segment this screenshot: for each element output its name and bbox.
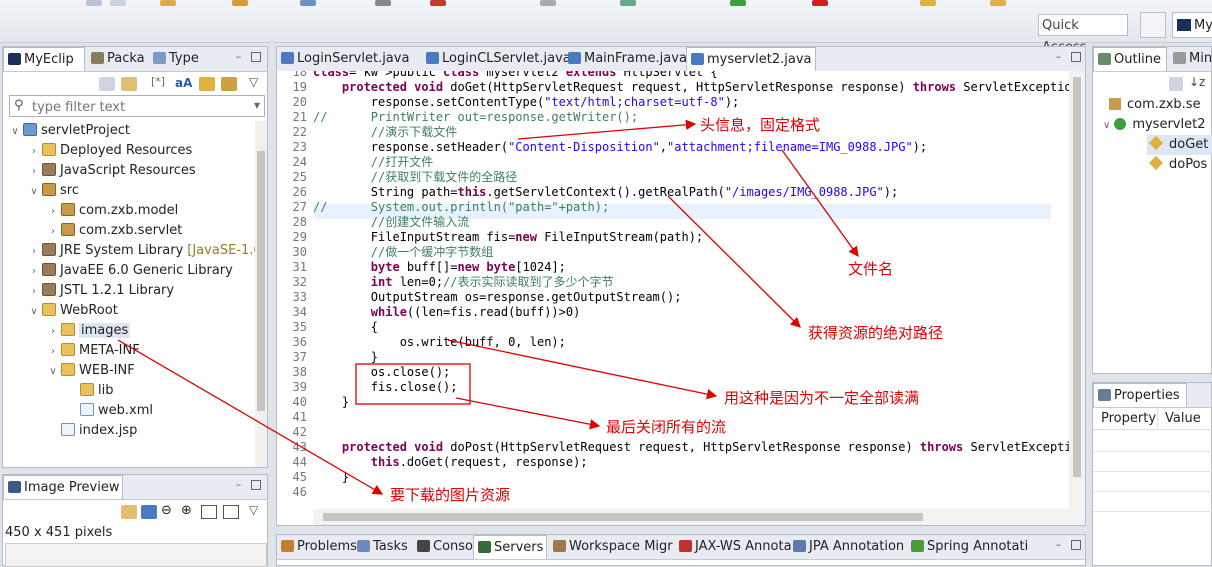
header-info-arrow bbox=[517, 119, 697, 140]
annotation-header-info: 头信息，固定格式 bbox=[700, 116, 821, 134]
annotation-file-name: 文件名 bbox=[848, 260, 894, 278]
annotation-arrows bbox=[117, 119, 859, 495]
partial-read-arrow bbox=[447, 339, 718, 400]
absolute-path-arrow bbox=[667, 195, 801, 328]
close-streams-box bbox=[355, 363, 471, 405]
image-resource-arrow bbox=[117, 339, 384, 495]
annotation-partial-read: 用这种是因为不一定全部读满 bbox=[724, 389, 920, 407]
annotation-close-streams: 最后关闭所有的流 bbox=[606, 418, 727, 436]
close-streams-arrow bbox=[455, 397, 601, 430]
annotation-image-resource: 要下载的图片资源 bbox=[390, 486, 511, 504]
file-name-arrow bbox=[781, 149, 859, 258]
annotation-absolute-path: 获得资源的绝对路径 bbox=[808, 324, 944, 342]
